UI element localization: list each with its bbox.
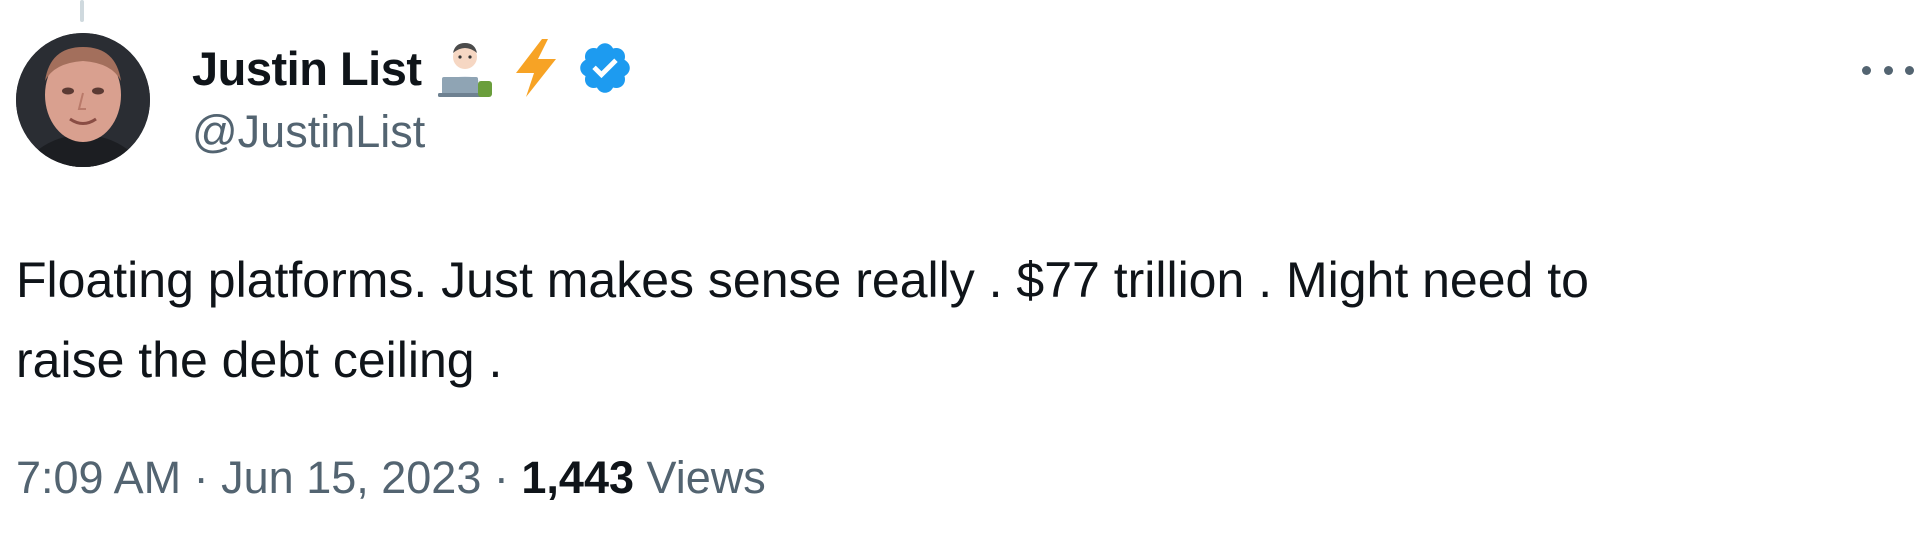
author-handle[interactable]: @JustinList: [192, 106, 634, 158]
tweet-date[interactable]: Jun 15, 2023: [221, 452, 481, 503]
lightning-emoji-icon: [508, 37, 564, 99]
more-dot: [1905, 65, 1914, 75]
views-label[interactable]: Views: [647, 452, 766, 503]
thread-connector-line: [80, 0, 84, 22]
avatar[interactable]: [16, 33, 150, 167]
meta-separator: ·: [193, 452, 209, 503]
author-name-row: Justin List: [192, 36, 634, 100]
tweet-meta: 7:09 AM · Jun 15, 2023 · 1,443 Views: [16, 452, 766, 504]
tweet-text-line: Floating platforms. Just makes sense rea…: [16, 252, 1589, 308]
more-dot: [1883, 65, 1893, 75]
more-options-icon[interactable]: [1862, 58, 1914, 82]
meta-separator: ·: [493, 452, 509, 503]
tweet-author: Justin List @JustinList: [192, 36, 634, 158]
tweet-time[interactable]: 7:09 AM: [16, 452, 181, 503]
author-display-name[interactable]: Justin List: [192, 41, 422, 96]
avatar-image: [16, 33, 150, 167]
tweet-text-line: raise the debt ceiling .: [16, 332, 503, 388]
more-dot: [1862, 65, 1871, 75]
verified-badge-icon[interactable]: [576, 39, 634, 97]
tweet-text: Floating platforms. Just makes sense rea…: [16, 240, 1896, 400]
technologist-emoji-icon: [434, 37, 496, 99]
views-count[interactable]: 1,443: [521, 452, 634, 503]
